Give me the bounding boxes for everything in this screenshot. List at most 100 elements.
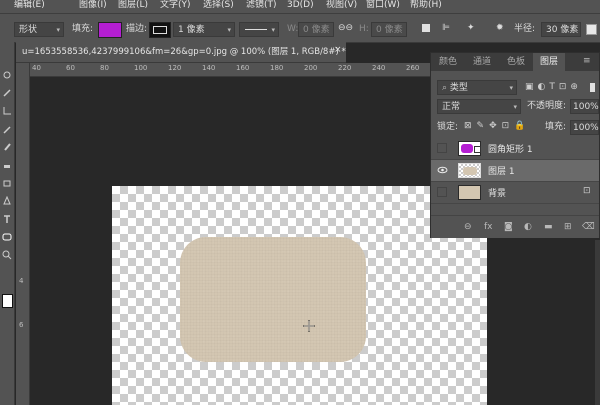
crosshair-cursor-icon: [303, 320, 315, 332]
menu-help[interactable]: 帮助(H): [410, 0, 442, 11]
menu-select[interactable]: 选择(S): [203, 0, 234, 11]
add-mask-icon[interactable]: ◙: [504, 222, 513, 232]
type-tool-icon[interactable]: [2, 214, 12, 224]
pen-tool-icon[interactable]: [2, 195, 12, 206]
fill-color-swatch[interactable]: [98, 22, 122, 38]
menu-view[interactable]: 视图(V): [326, 0, 357, 11]
shape-mode-dropdown[interactable]: 形状 ▾: [14, 22, 64, 37]
menu-3d[interactable]: 3D(D): [287, 0, 314, 11]
path-alignment-icon[interactable]: ⊫: [442, 21, 450, 35]
menu-bar: 编辑(E) 图像(I) 图层(L) 文字(Y) 选择(S) 滤镜(T) 3D(D…: [0, 0, 600, 13]
layer-row-layer-1[interactable]: 图层 1: [431, 160, 599, 182]
fx-icon[interactable]: fx: [484, 222, 493, 232]
tools-panel: [0, 42, 15, 405]
zoom-tool-icon[interactable]: [2, 250, 12, 260]
quick-select-tool-icon[interactable]: [2, 88, 12, 98]
menu-edit[interactable]: 编辑(E): [14, 0, 45, 11]
layer-thumbnail: [458, 141, 481, 156]
layer-thumbnail: [458, 163, 481, 178]
brush-tool-icon[interactable]: [2, 142, 12, 152]
chevron-down-icon: ▾: [227, 26, 231, 34]
stamp-tool-icon[interactable]: [2, 160, 12, 170]
ruler-tick: 40: [32, 64, 41, 72]
stroke-type-dropdown[interactable]: ▾: [239, 22, 279, 37]
width-input[interactable]: 0 像素: [298, 22, 334, 37]
menu-window[interactable]: 窗口(W): [366, 0, 400, 11]
tab-color[interactable]: 颜色: [431, 53, 465, 71]
ruler-tick: 260: [406, 64, 420, 72]
opacity-input[interactable]: 100%: [570, 99, 599, 114]
close-icon[interactable]: ×: [334, 45, 342, 55]
stroke-line-icon: [245, 29, 267, 30]
visibility-toggle[interactable]: [437, 187, 447, 197]
eraser-tool-icon[interactable]: [2, 178, 12, 188]
visibility-toggle[interactable]: [437, 143, 447, 153]
options-bar: 形状 ▾ 填充: 描边: 1 像素 ▾ ▾ W: 0 像素 ⊖⊖ H: 0 像素…: [0, 13, 600, 43]
height-label: H:: [359, 24, 369, 34]
radius-label: 半径:: [514, 24, 536, 34]
ruler-tick: 4: [19, 277, 24, 285]
new-group-icon[interactable]: ▬: [544, 222, 553, 232]
ruler-tick: 80: [100, 64, 109, 72]
lock-icon: ⊡: [583, 186, 591, 196]
ruler-tick: 100: [134, 64, 148, 72]
fill-label: 填充:: [545, 122, 567, 132]
stroke-label: 描边:: [126, 24, 148, 34]
rounded-rectangle-tool-icon[interactable]: [2, 232, 12, 242]
blend-mode-value: 正常: [442, 102, 461, 112]
adjustment-layer-icon[interactable]: ◐: [524, 222, 532, 232]
fill-input[interactable]: 100%: [570, 120, 599, 135]
radius-input[interactable]: 30 像素: [541, 22, 581, 37]
path-operations-icon[interactable]: [422, 24, 430, 32]
menu-type[interactable]: 文字(Y): [160, 0, 191, 11]
trash-icon[interactable]: ⌫: [582, 222, 595, 232]
width-value: 0 像素: [303, 25, 330, 35]
link-icon[interactable]: ⊖⊖: [338, 21, 353, 35]
crop-tool-icon[interactable]: [2, 106, 12, 116]
lasso-tool-icon[interactable]: [2, 70, 12, 80]
width-label: W:: [287, 24, 299, 34]
ruler-tick: 160: [236, 64, 250, 72]
menu-filter[interactable]: 滤镜(T): [246, 0, 277, 11]
path-arrangement-icon[interactable]: ✦: [467, 21, 475, 35]
chevron-down-icon: ▾: [513, 103, 517, 111]
link-layers-icon[interactable]: ⊖: [464, 222, 472, 232]
foreground-color-swatch[interactable]: [2, 294, 13, 308]
align-edges-checkbox[interactable]: [586, 24, 597, 35]
menu-image[interactable]: 图像(I): [79, 0, 107, 11]
chevron-down-icon: ▾: [509, 84, 513, 92]
document-title: u=1653558536,4237999106&fm=26&gp=0.jpg @…: [22, 47, 346, 57]
stroke-width-dropdown[interactable]: 1 像素 ▾: [173, 22, 235, 37]
vertical-scrollbar[interactable]: [595, 240, 600, 405]
stroke-color-swatch[interactable]: [149, 22, 171, 38]
layer-row-background[interactable]: 背景 ⊡: [431, 182, 599, 204]
filter-kind-dropdown[interactable]: ⌕ 类型 ▾: [437, 80, 517, 95]
gear-icon[interactable]: ✹: [496, 21, 504, 35]
layer-thumbnail: [458, 185, 481, 200]
height-input[interactable]: 0 像素: [371, 22, 407, 37]
tab-channels[interactable]: 通道: [465, 53, 499, 71]
new-layer-icon[interactable]: ⊞: [564, 222, 572, 232]
search-icon: ⌕: [442, 83, 450, 93]
ruler-tick: 60: [66, 64, 75, 72]
filter-icons[interactable]: ▣◐T⊡⊕: [525, 82, 582, 92]
opacity-label: 不透明度:: [527, 101, 567, 111]
fill-value: 100%: [573, 123, 599, 133]
eyedropper-tool-icon[interactable]: [2, 124, 12, 134]
menu-layer[interactable]: 图层(L): [118, 0, 148, 11]
layer-row-rounded-rect[interactable]: 圆角矩形 1: [431, 138, 599, 160]
lock-label: 锁定:: [437, 122, 459, 132]
blend-mode-dropdown[interactable]: 正常 ▾: [437, 99, 521, 114]
stroke-width-value: 1 像素: [178, 25, 205, 35]
rounded-rectangle-shape[interactable]: [180, 237, 366, 362]
opacity-value: 100%: [573, 102, 599, 112]
eye-icon[interactable]: [437, 165, 448, 175]
document-tab[interactable]: u=1653558536,4237999106&fm=26&gp=0.jpg @…: [16, 42, 346, 63]
lock-icons[interactable]: ⊠✎✥⊡🔒: [464, 121, 530, 131]
tab-layers[interactable]: 图层: [533, 53, 565, 71]
filter-toggle[interactable]: [590, 83, 595, 92]
panel-menu-icon[interactable]: ≡: [583, 56, 591, 66]
layer-name: 图层 1: [488, 167, 515, 177]
panel-tabs: 颜色 通道 色板 图层 ≡: [431, 53, 599, 71]
tab-swatches[interactable]: 色板: [499, 53, 533, 71]
